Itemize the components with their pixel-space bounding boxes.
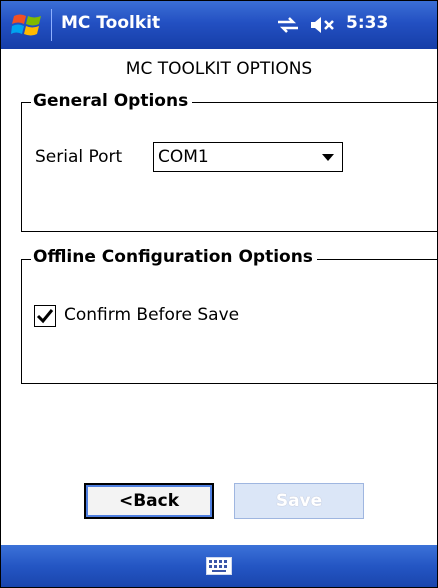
connectivity-icon[interactable] bbox=[276, 15, 300, 35]
volume-muted-icon[interactable] bbox=[309, 15, 337, 35]
general-options-title: General Options bbox=[31, 91, 193, 111]
clock[interactable]: 5:33 bbox=[346, 13, 388, 33]
menu-bar bbox=[1, 545, 437, 587]
app-title: MC Toolkit bbox=[61, 13, 161, 33]
confirm-before-save-label[interactable]: Confirm Before Save bbox=[64, 305, 239, 325]
page-title: MC TOOLKIT OPTIONS bbox=[125, 59, 313, 79]
offline-options-title: Offline Configuration Options bbox=[31, 247, 317, 267]
back-button[interactable]: <Back bbox=[84, 483, 214, 519]
title-bar: MC Toolkit 5:33 bbox=[1, 1, 437, 49]
keyboard-icon[interactable] bbox=[206, 557, 232, 575]
checkmark-icon bbox=[36, 309, 54, 324]
confirm-before-save-checkbox[interactable] bbox=[34, 305, 56, 327]
windows-start-icon[interactable] bbox=[11, 11, 43, 39]
app-window: MC Toolkit 5:33 MC TOOLKIT OPTIONS Gener… bbox=[0, 0, 438, 588]
serial-port-value: COM1 bbox=[158, 147, 209, 167]
title-divider bbox=[51, 9, 52, 41]
chevron-down-icon[interactable] bbox=[322, 154, 334, 161]
save-button[interactable]: Save bbox=[234, 483, 364, 519]
serial-port-select[interactable]: COM1 bbox=[153, 142, 343, 172]
serial-port-label: Serial Port bbox=[35, 147, 123, 167]
